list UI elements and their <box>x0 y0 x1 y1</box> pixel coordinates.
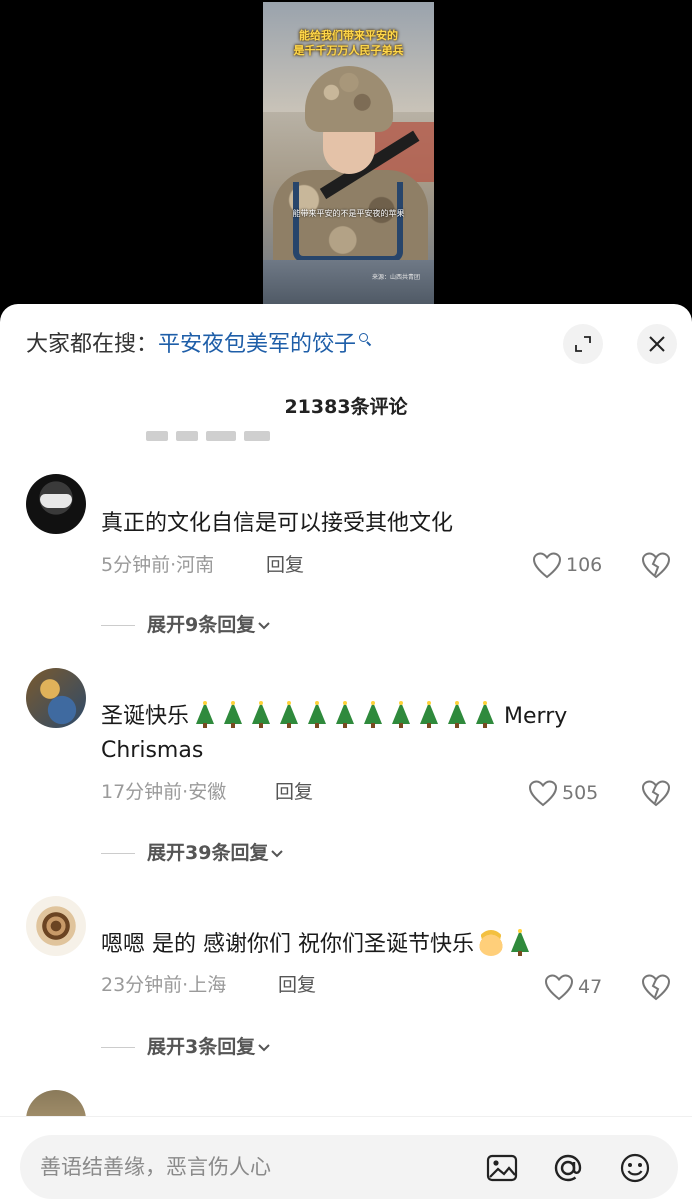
christmas-tree-emoji <box>445 701 469 729</box>
chevron-down-icon <box>258 1043 270 1051</box>
video-bottom-strip <box>263 260 434 304</box>
reply-button[interactable]: 回复 <box>278 972 316 998</box>
reply-button[interactable]: 回复 <box>275 779 313 805</box>
expand-replies-label: 展开3条回复 <box>147 1036 256 1058</box>
christmas-tree-emoji <box>389 701 413 729</box>
christmas-tree-emoji <box>508 929 532 957</box>
comment-text: 圣诞快乐 Merry Chrismas <box>101 700 671 768</box>
at-icon[interactable] <box>551 1151 585 1185</box>
emoji-icon[interactable] <box>618 1151 652 1185</box>
expand-replies-button[interactable]: 展开3条回复 <box>101 1034 271 1060</box>
christmas-tree-emoji <box>417 701 441 729</box>
heart-icon <box>532 552 562 579</box>
soldier-vest <box>293 182 403 262</box>
search-icon <box>358 332 372 346</box>
avatar[interactable] <box>26 474 86 534</box>
comment-input-placeholder: 善语结善缘，恶言伤人心 <box>40 1155 271 1179</box>
heart-icon <box>528 780 558 807</box>
comment-meta: 17分钟前·安徽 <box>101 781 227 803</box>
expand-replies-label: 展开39条回复 <box>147 842 269 864</box>
chevron-down-icon <box>271 849 284 857</box>
comment-text-main: 嗯嗯 是的 感谢你们 祝你们圣诞节快乐 <box>101 932 474 957</box>
comment-text: 嗯嗯 是的 感谢你们 祝你们圣诞节快乐 <box>101 928 671 962</box>
like-count: 106 <box>566 554 603 576</box>
comment-text-main: 圣诞快乐 <box>101 704 190 729</box>
expand-replies-button[interactable]: 展开39条回复 <box>101 840 284 866</box>
scrolled-text-fragment <box>146 428 274 442</box>
expand-replies-label: 展开9条回复 <box>147 614 256 636</box>
christmas-tree-emoji <box>221 701 245 729</box>
comment-text: 真正的文化自信是可以接受其他文化 <box>101 511 454 536</box>
divider-dash <box>101 1047 135 1048</box>
trending-search-term[interactable]: 平安夜包美军的饺子 <box>158 332 356 357</box>
christmas-tree-emoji <box>305 701 329 729</box>
comment-meta: 23分钟前·上海 <box>101 974 227 996</box>
trending-search[interactable]: 大家都在搜：平安夜包美军的饺子 <box>26 330 372 360</box>
christmas-tree-emoji <box>193 701 217 729</box>
heart-icon <box>544 974 574 1001</box>
like-count: 505 <box>562 782 599 804</box>
comment-sheet: 大家都在搜：平安夜包美军的饺子 21383条评论 真正的文化自信是可以接受其他文… <box>0 304 692 1200</box>
broken-heart-icon[interactable] <box>641 973 671 1001</box>
video-area[interactable]: 能给我们带来平安的 是千千万万人民子弟兵 能带来平安的不是平安夜的苹果 来源：山… <box>0 0 692 330</box>
divider-dash <box>101 625 135 626</box>
video-title: 能给我们带来平安的 是千千万万人民子弟兵 <box>263 28 434 58</box>
comment-input-bar: 善语结善缘，恶言伤人心 <box>0 1116 692 1200</box>
image-icon[interactable] <box>485 1151 519 1185</box>
person-emoji-icon <box>477 930 504 956</box>
christmas-tree-emoji <box>361 701 385 729</box>
reply-button[interactable]: 回复 <box>266 552 304 578</box>
broken-heart-icon[interactable] <box>641 779 671 807</box>
close-icon <box>649 336 665 352</box>
like-count: 47 <box>578 976 603 998</box>
christmas-tree-emoji <box>473 701 497 729</box>
comment-meta: 5分钟前·河南 <box>101 554 215 576</box>
video-title-line-2: 是千千万万人民子弟兵 <box>293 44 404 57</box>
chevron-down-icon <box>258 621 270 629</box>
christmas-tree-emoji <box>333 701 357 729</box>
christmas-tree-emoji <box>277 701 301 729</box>
close-button[interactable] <box>637 324 677 364</box>
trending-search-prefix: 大家都在搜： <box>26 332 159 357</box>
avatar[interactable] <box>26 668 86 728</box>
christmas-tree-emoji-group <box>189 701 497 729</box>
broken-heart-icon[interactable] <box>641 551 671 579</box>
video-caption: 能带来平安的不是平安夜的苹果 <box>292 209 405 218</box>
expand-replies-button[interactable]: 展开9条回复 <box>101 612 271 638</box>
comment-count: 21383条评论 <box>284 396 408 418</box>
video-title-line-1: 能给我们带来平安的 <box>299 29 398 42</box>
expand-icon <box>575 336 591 352</box>
video-source: 来源：山西共青团 <box>371 274 420 281</box>
video-thumbnail[interactable]: 能给我们带来平安的 是千千万万人民子弟兵 能带来平安的不是平安夜的苹果 来源：山… <box>263 2 434 304</box>
expand-button[interactable] <box>563 324 603 364</box>
comment-input[interactable]: 善语结善缘，恶言伤人心 <box>20 1135 678 1199</box>
christmas-tree-emoji <box>249 701 273 729</box>
avatar[interactable] <box>26 896 86 956</box>
divider-dash <box>101 853 135 854</box>
